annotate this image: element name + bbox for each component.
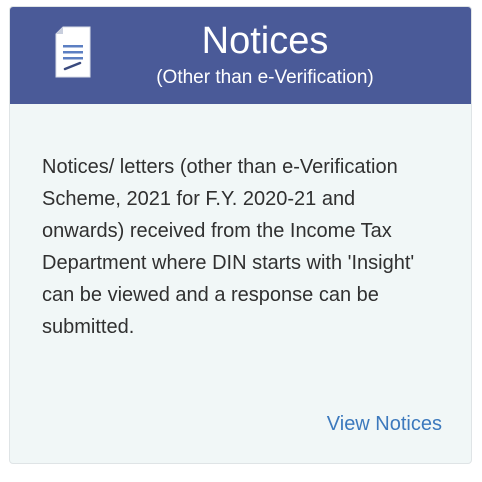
card-subtitle: (Other than e-Verification) [156,67,374,88]
view-notices-link[interactable]: View Notices [327,411,442,437]
card-title: Notices [201,20,329,62]
card-header: Notices (Other than e-Verification) [10,7,471,104]
notices-card: Notices (Other than e-Verification) Noti… [9,6,472,464]
document-icon [55,26,91,78]
card-description: Notices/ letters (other than e-Verificat… [42,156,415,338]
